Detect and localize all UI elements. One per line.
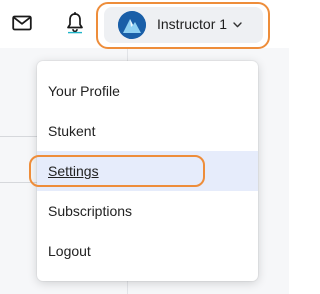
user-menu-button[interactable]: Instructor 1 bbox=[104, 7, 263, 43]
chevron-down-icon bbox=[233, 22, 242, 28]
menu-item-label: Stukent bbox=[48, 123, 96, 139]
avatar-image bbox=[118, 11, 146, 39]
user-name: Instructor 1 bbox=[157, 16, 228, 32]
menu-item-logout[interactable]: Logout bbox=[37, 231, 258, 271]
avatar bbox=[118, 11, 146, 39]
menu-item-settings[interactable]: Settings bbox=[37, 151, 258, 191]
mail-button[interactable] bbox=[9, 10, 35, 36]
menu-item-label: Your Profile bbox=[48, 83, 120, 99]
menu-item-label: Logout bbox=[48, 243, 91, 259]
divider bbox=[0, 182, 40, 183]
divider bbox=[0, 136, 40, 137]
user-dropdown-menu: Your Profile Stukent Settings Subscripti… bbox=[37, 61, 258, 281]
menu-item-label: Subscriptions bbox=[48, 203, 133, 219]
mail-icon bbox=[12, 15, 32, 31]
menu-item-label: Settings bbox=[48, 163, 99, 179]
notifications-button[interactable] bbox=[62, 10, 88, 36]
menu-item-stukent[interactable]: Stukent bbox=[37, 111, 258, 151]
bell-icon bbox=[67, 12, 83, 34]
menu-item-subscriptions[interactable]: Subscriptions bbox=[37, 191, 258, 231]
menu-item-your-profile[interactable]: Your Profile bbox=[37, 71, 258, 111]
